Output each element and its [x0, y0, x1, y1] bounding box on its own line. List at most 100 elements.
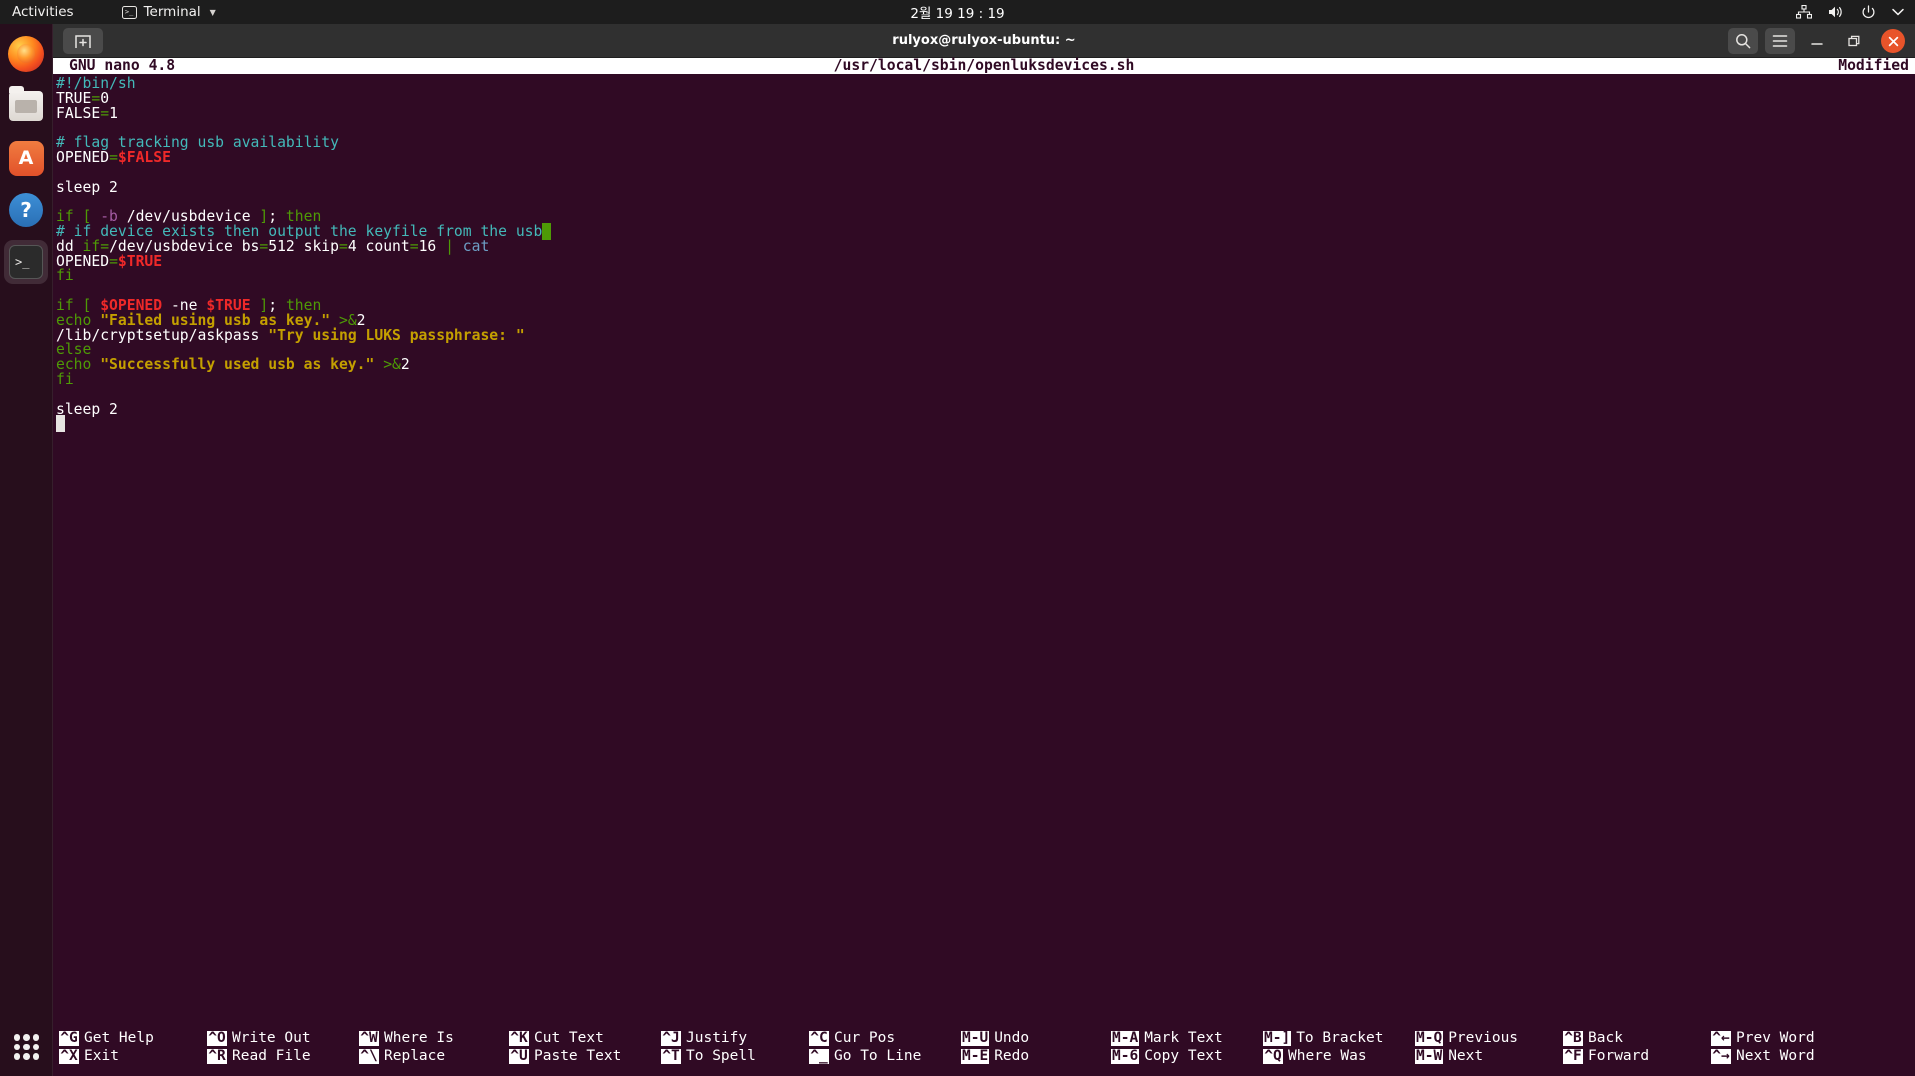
shortcut-label: To Bracket — [1296, 1030, 1384, 1046]
code-token: $TRUE — [117, 252, 163, 270]
minimize-button[interactable] — [1802, 28, 1832, 54]
shortcut-label: Next — [1448, 1048, 1484, 1064]
shortcut-label: Mark Text — [1144, 1030, 1223, 1046]
shortcut-key: ^J — [661, 1030, 681, 1046]
clock[interactable]: 2월 19 19 : 19 — [0, 2, 1915, 22]
code-token: sleep 2 — [56, 178, 118, 196]
dock-item-help[interactable]: ? — [4, 188, 48, 232]
shortcut-key: ^U — [509, 1048, 529, 1064]
terminal-icon: >_ — [121, 5, 137, 19]
shortcut-item[interactable]: ^_ Go To Line — [809, 1049, 961, 1064]
shortcut-item[interactable]: ^← Prev Word — [1711, 1031, 1861, 1046]
nano-text-area[interactable]: #!/bin/sh TRUE=0 FALSE=1 # flag tracking u… — [53, 74, 1915, 1031]
shortcut-label: Paste Text — [534, 1048, 622, 1064]
shortcut-label: Cur Pos — [834, 1030, 896, 1046]
code-line: FALSE=1 — [56, 106, 1915, 122]
dock-item-files[interactable] — [4, 84, 48, 128]
shortcut-column: ^G Get Help ^X Exit — [59, 1031, 207, 1064]
shortcut-item[interactable]: M-6 Copy Text — [1111, 1049, 1263, 1064]
code-line: #!/bin/sh — [56, 76, 1915, 92]
shortcut-item[interactable]: ^T To Spell — [661, 1049, 809, 1064]
shortcut-item[interactable]: M-Q Previous — [1415, 1031, 1563, 1046]
menu-button[interactable] — [1765, 28, 1795, 54]
code-line: fi — [56, 372, 1915, 388]
network-icon — [1796, 5, 1812, 19]
activities-button[interactable]: Activities — [12, 4, 74, 20]
code-line — [56, 415, 1915, 433]
shortcut-label: Where Is — [384, 1030, 454, 1046]
shortcut-label: Justify — [686, 1030, 748, 1046]
code-token: sleep 2 — [56, 400, 118, 418]
shortcut-item[interactable]: ^U Paste Text — [509, 1049, 661, 1064]
shortcut-item[interactable]: ^J Justify — [661, 1031, 809, 1046]
window-controls — [1728, 24, 1905, 58]
shortcut-key: M-E — [961, 1048, 990, 1064]
files-icon — [9, 86, 43, 121]
system-indicators[interactable] — [1796, 0, 1904, 24]
search-button[interactable] — [1728, 28, 1758, 54]
code-token: >& — [383, 356, 401, 374]
shortcut-label: Copy Text — [1144, 1048, 1223, 1064]
shortcut-column: M-] To Bracket ^Q Where Was — [1263, 1031, 1415, 1064]
new-tab-button[interactable] — [63, 27, 103, 54]
shortcut-key: ^B — [1563, 1030, 1583, 1046]
shortcut-column: M-A Mark Text M-6 Copy Text — [1111, 1031, 1263, 1064]
shortcut-item[interactable]: ^C Cur Pos — [809, 1031, 961, 1046]
shortcut-item[interactable]: M-A Mark Text — [1111, 1031, 1263, 1046]
code-token: cat — [462, 237, 490, 255]
chevron-down-icon — [1892, 8, 1904, 16]
text-cursor — [542, 222, 552, 240]
shortcut-item[interactable]: M-U Undo — [961, 1031, 1111, 1046]
firefox-icon — [8, 36, 44, 72]
shortcut-item[interactable]: ^\ Replace — [359, 1049, 509, 1064]
shortcut-item[interactable]: ^O Write Out — [207, 1031, 359, 1046]
code-line: TRUE=0 — [56, 91, 1915, 107]
code-line: fi — [56, 268, 1915, 284]
shortcut-label: Write Out — [232, 1030, 311, 1046]
shortcut-key: M-U — [961, 1030, 990, 1046]
app-menu-button[interactable]: >_ Terminal ▼ — [121, 4, 216, 20]
shortcut-item[interactable]: ^R Read File — [207, 1049, 359, 1064]
shortcut-key: ^O — [207, 1030, 227, 1046]
shortcut-item[interactable]: ^→ Next Word — [1711, 1049, 1861, 1064]
shortcut-key: M-Q — [1415, 1030, 1444, 1046]
close-button[interactable] — [1881, 29, 1905, 53]
code-token: $FALSE — [117, 148, 171, 166]
ubuntu-dock: A ? >_ — [0, 24, 53, 1076]
shortcut-item[interactable]: ^Q Where Was — [1263, 1049, 1415, 1064]
shortcut-item[interactable]: ^G Get Help — [59, 1031, 207, 1046]
show-applications-button[interactable] — [0, 1034, 53, 1060]
code-token: 16 — [418, 237, 446, 255]
shortcut-item[interactable]: ^X Exit — [59, 1049, 207, 1064]
code-line: OPENED=$FALSE — [56, 148, 1915, 166]
window-titlebar: rulyox@rulyox-ubuntu: ~ — [53, 24, 1915, 58]
help-icon: ? — [9, 193, 43, 227]
close-icon — [1888, 36, 1898, 46]
dock-item-software[interactable]: A — [4, 136, 48, 180]
nano-header-bar: GNU nano 4.8 /usr/local/sbin/openluksdev… — [53, 58, 1915, 74]
shortcut-item[interactable]: M-] To Bracket — [1263, 1031, 1415, 1046]
maximize-button[interactable] — [1839, 28, 1869, 54]
shortcut-item[interactable]: ^B Back — [1563, 1031, 1711, 1046]
shortcut-key: ^← — [1711, 1030, 1731, 1046]
shortcut-column: M-U Undo M-E Redo — [961, 1031, 1111, 1064]
shortcut-item[interactable]: ^K Cut Text — [509, 1031, 661, 1046]
shortcut-item[interactable]: ^W Where Is — [359, 1031, 509, 1046]
shortcut-item[interactable]: M-W Next — [1415, 1049, 1563, 1064]
shortcut-item[interactable]: M-E Redo — [961, 1049, 1111, 1064]
grid-icon — [13, 1034, 40, 1060]
volume-icon — [1828, 5, 1845, 19]
nano-editor[interactable]: GNU nano 4.8 /usr/local/sbin/openluksdev… — [53, 58, 1915, 1076]
shortcut-item[interactable]: ^F Forward — [1563, 1049, 1711, 1064]
dock-item-terminal[interactable]: >_ — [4, 240, 48, 284]
dock-item-firefox[interactable] — [4, 32, 48, 76]
code-token: "Try using LUKS passphrase: " — [268, 326, 525, 344]
code-token: 4 count — [347, 237, 410, 255]
shortcut-key: ^K — [509, 1030, 529, 1046]
code-token: = — [109, 252, 118, 270]
